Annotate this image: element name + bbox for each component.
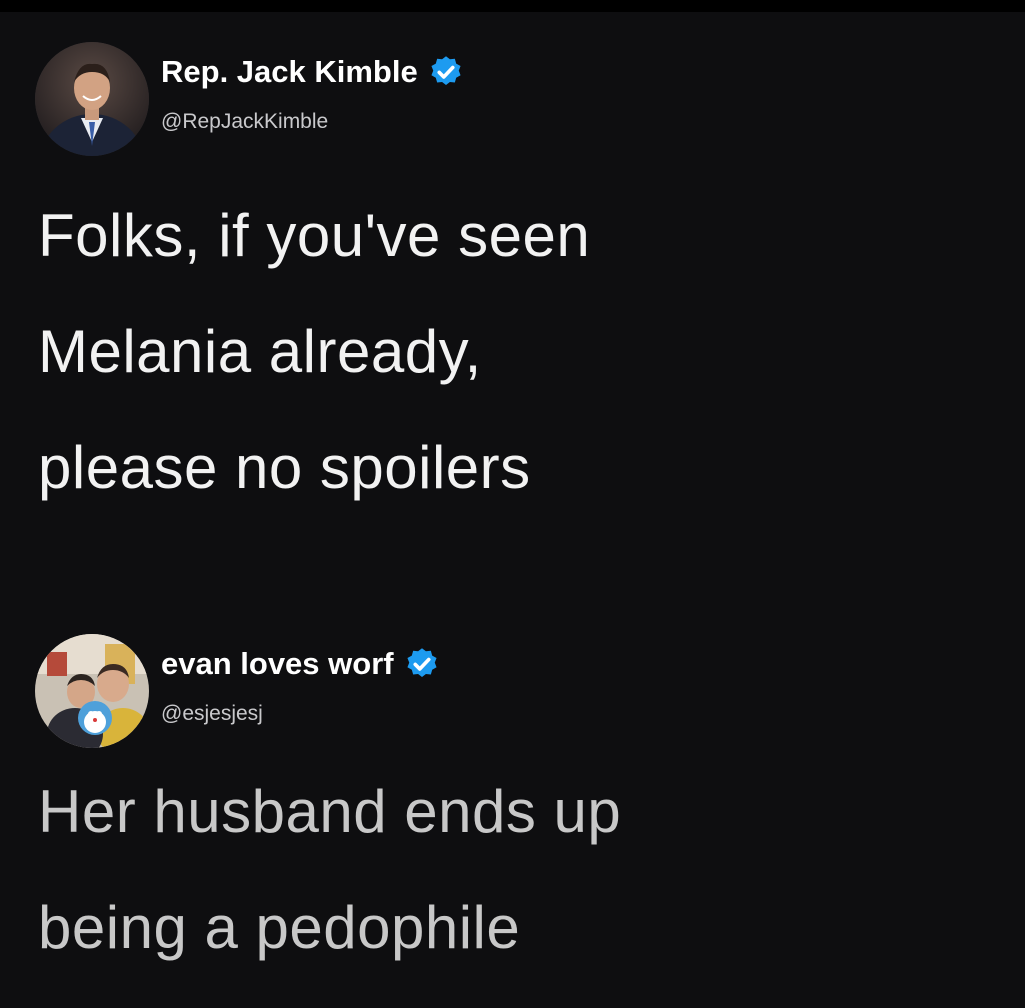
display-name-row: Rep. Jack Kimble: [161, 54, 464, 90]
tweet-header: Rep. Jack Kimble @RepJackKimble: [0, 40, 1025, 160]
display-name[interactable]: Rep. Jack Kimble: [161, 54, 418, 90]
verified-badge-icon: [407, 648, 437, 678]
tweet-text-line: Folks, if you've seen: [38, 202, 591, 269]
display-name[interactable]: evan loves worf: [161, 646, 394, 682]
verified-badge-icon: [431, 56, 461, 86]
selfie-with-toy-avatar-icon: [35, 634, 149, 748]
screenshot-page: Rep. Jack Kimble @RepJackKimble Folks, i…: [0, 0, 1025, 1008]
profile-avatar[interactable]: [35, 634, 149, 748]
user-handle[interactable]: @RepJackKimble: [161, 110, 328, 134]
tweet[interactable]: Rep. Jack Kimble @RepJackKimble Folks, i…: [0, 40, 1025, 501]
tweet-text: Folks, if you've seen Melania already, p…: [38, 178, 590, 526]
tweet-text-line: Melania already,: [38, 318, 482, 385]
user-handle[interactable]: @esjesjesj: [161, 702, 263, 726]
tweet-text-line: Her husband ends up: [38, 778, 622, 845]
tweet-header: evan loves worf @esjesjesj: [0, 632, 1025, 752]
man-in-suit-avatar-icon: [35, 42, 149, 156]
display-name-row: evan loves worf: [161, 646, 440, 682]
tweet-text-line: please no spoilers: [38, 434, 531, 501]
tweet-text-line: being a pedophile: [38, 894, 521, 961]
top-bar: [0, 0, 1025, 12]
tweet[interactable]: evan loves worf @esjesjesj Her husband e…: [0, 632, 1025, 961]
tweet-text: Her husband ends up being a pedophile: [38, 754, 621, 986]
profile-avatar[interactable]: [35, 42, 149, 156]
